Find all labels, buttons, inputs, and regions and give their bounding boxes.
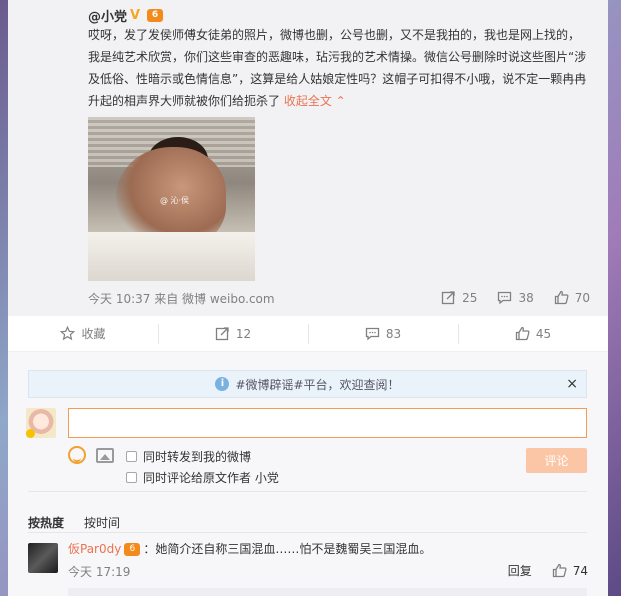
comment-text: ：她简介还自称三国混血……怕不是魏蜀吴三国混血。: [143, 542, 432, 556]
original-post: @小党 V 6 哎呀，发了发侯师傅女徒弟的照片，微博也删，公号也删，又不是我拍的…: [8, 0, 608, 316]
level-badge-icon[interactable]: 6: [147, 9, 164, 22]
like-button[interactable]: 45: [458, 316, 608, 351]
post-meta: 今天 10:37 来自 微博 weibo.com: [88, 290, 275, 307]
rumor-notice: i #微博辟谣#平台，欢迎查阅！ ×: [28, 370, 587, 398]
collapse-link[interactable]: 收起全文 ⌃: [284, 94, 346, 108]
comment-like-button[interactable]: 74: [552, 563, 588, 578]
weibo-card: @小党 V 6 哎呀，发了发侯师傅女徒弟的照片，微博也删，公号也删，又不是我拍的…: [8, 0, 608, 596]
repost-to-my-weibo-checkbox[interactable]: 同时转发到我的微博: [126, 448, 251, 465]
action-bar: 收藏 12 83 45: [8, 316, 608, 352]
repost-icon: [441, 290, 456, 305]
image-watermark: @ 沁·侯: [160, 196, 190, 205]
original-author: @小党 V 6: [88, 6, 164, 25]
reply-button[interactable]: 回复: [508, 562, 532, 579]
comment-button[interactable]: 83: [308, 316, 458, 351]
tab-sort-time[interactable]: 按时间: [84, 514, 120, 531]
post-source[interactable]: 来自 微博 weibo.com: [154, 292, 274, 306]
sort-tabs: 按热度 按时间: [28, 514, 120, 531]
favorite-button[interactable]: 收藏: [8, 316, 158, 351]
divider: [28, 532, 587, 533]
comment-actions: 回复 74: [508, 562, 588, 579]
star-icon: [60, 326, 76, 341]
repost-button[interactable]: 12: [158, 316, 308, 351]
comment-to-author-checkbox[interactable]: 同时评论给原文作者 小党: [126, 469, 279, 486]
chevron-up-icon: ⌃: [335, 94, 346, 108]
info-icon: i: [215, 377, 230, 391]
tab-sort-hot[interactable]: 按热度: [28, 514, 64, 531]
submit-comment-button[interactable]: 评论: [526, 448, 587, 473]
orig-like[interactable]: 70: [554, 290, 590, 305]
close-icon[interactable]: ×: [566, 376, 578, 392]
comment-icon: [365, 326, 380, 341]
repost-icon: [215, 326, 230, 341]
original-stats: 25 38 70: [441, 290, 590, 305]
orig-repost[interactable]: 25: [441, 290, 477, 305]
comment-input[interactable]: [68, 408, 587, 438]
comment-time: 今天 17:19: [68, 565, 131, 579]
divider: [28, 491, 587, 492]
commenter-name[interactable]: 仮Par0dy: [68, 540, 121, 558]
image-sheet: [88, 232, 255, 281]
original-post-text: 哎呀，发了发侯师傅女徒弟的照片，微博也删，公号也删，又不是我拍的，我也是网上找的…: [88, 24, 588, 112]
post-image[interactable]: @ 沁·侯: [88, 117, 255, 281]
checkbox-icon[interactable]: [126, 472, 137, 483]
my-avatar[interactable]: [26, 408, 56, 438]
comment-icon: [497, 290, 512, 305]
thumbs-up-icon: [554, 290, 569, 305]
checkbox-icon[interactable]: [126, 451, 137, 462]
author-name[interactable]: @小党: [88, 6, 127, 25]
verified-v-icon: V: [130, 7, 141, 23]
comment-area: i #微博辟谣#平台，欢迎查阅！ × 同时转发到我的微博 同时评论给原文作者 小…: [8, 352, 608, 596]
thumbs-up-icon: [515, 326, 530, 341]
post-time[interactable]: 今天 10:37: [88, 292, 150, 306]
image-upload-icon[interactable]: [96, 447, 114, 463]
notice-text[interactable]: #微博辟谣#平台，欢迎查阅！: [235, 376, 399, 393]
thumbs-up-icon: [552, 563, 567, 578]
level-badge-icon[interactable]: 6: [124, 542, 141, 556]
emoji-icon[interactable]: [68, 446, 86, 464]
commenter-avatar[interactable]: [28, 543, 58, 573]
next-comment-strip: [68, 588, 587, 596]
vip-badge-icon: [26, 429, 35, 438]
orig-comment[interactable]: 38: [497, 290, 534, 305]
comment-item: 仮Par0dy 6 ：她简介还自称三国混血……怕不是魏蜀吴三国混血。: [68, 540, 431, 558]
comment-tools: [68, 446, 114, 464]
